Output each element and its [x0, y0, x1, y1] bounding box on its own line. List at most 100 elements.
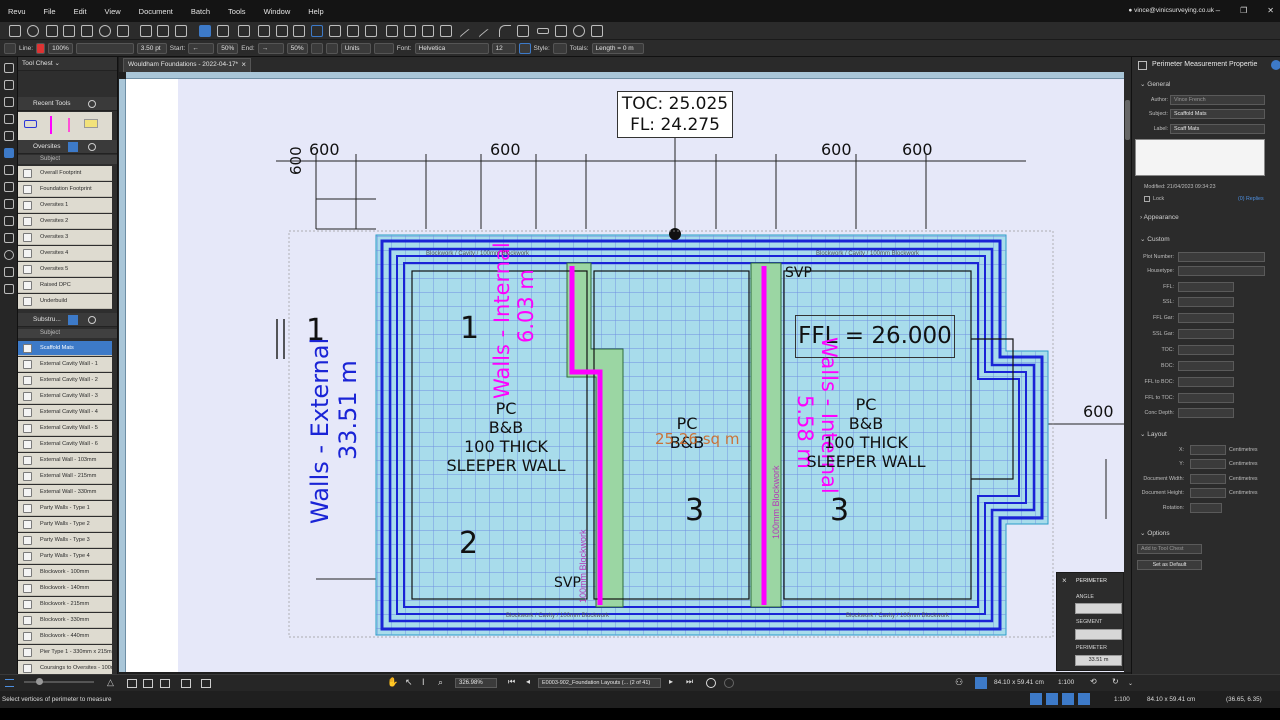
vertical-scrollbar[interactable]	[1124, 72, 1131, 672]
stamp-icon[interactable]	[157, 25, 169, 37]
spaces-icon[interactable]	[4, 233, 14, 243]
end-arrow-select[interactable]: →	[257, 42, 284, 54]
layout-field-input[interactable]	[1190, 459, 1226, 469]
tool-chest-item[interactable]: Party Walls - Type 1	[18, 501, 112, 516]
menu-revu[interactable]: Revu	[0, 7, 35, 16]
thickness-field[interactable]: 3.50 pt	[136, 42, 167, 54]
tool-chest-item[interactable]: Overall Footprint	[18, 166, 112, 181]
menu-batch[interactable]: Batch	[182, 7, 219, 16]
menu-tools[interactable]: Tools	[219, 7, 255, 16]
recent-tool-perimeter[interactable]	[24, 120, 37, 128]
view-back-icon[interactable]	[706, 678, 716, 688]
scrollbar-thumb[interactable]	[1125, 100, 1130, 140]
tool-chest-item[interactable]: Oversites 1	[18, 198, 112, 213]
mode-icon[interactable]	[68, 315, 78, 325]
hatch-icon[interactable]	[310, 42, 323, 54]
replies-link[interactable]: (0) Replies	[1238, 196, 1264, 202]
sync-icon[interactable]	[181, 679, 191, 688]
tool-chest-item[interactable]: Blockwork - 440mm	[18, 629, 112, 644]
page-select[interactable]: E0003-902_Foundation Layouts (... (2 of …	[538, 678, 661, 688]
length-icon[interactable]	[217, 25, 229, 37]
signatures-icon[interactable]	[4, 284, 14, 294]
style-select[interactable]	[552, 42, 567, 54]
restore-icon[interactable]: ❐	[1240, 6, 1247, 15]
layout-field-input[interactable]	[1190, 445, 1226, 455]
show-grid-icon[interactable]	[1078, 693, 1090, 705]
settings-icon[interactable]	[88, 143, 96, 151]
last-page-icon[interactable]: ⏭	[686, 677, 693, 687]
angle-icon[interactable]	[293, 25, 305, 37]
single-page-icon[interactable]	[127, 679, 137, 688]
menu-document[interactable]: Document	[130, 7, 182, 16]
custom-field-input[interactable]	[1178, 266, 1265, 276]
line-style-select[interactable]	[75, 42, 134, 54]
tool-chest-item[interactable]: Oversites 5	[18, 262, 112, 277]
tool-chest-item[interactable]: Oversites 2	[18, 214, 112, 229]
settings-icon[interactable]	[88, 316, 96, 324]
recent-tools-header[interactable]: Recent Tools	[18, 97, 117, 111]
perimeter-tool-icon[interactable]	[199, 25, 211, 37]
recent-tool-length[interactable]	[50, 116, 52, 134]
chevron-down-icon[interactable]: ⌄	[55, 60, 60, 67]
snapshot-icon[interactable]	[175, 25, 187, 37]
custom-field-input[interactable]	[1178, 329, 1234, 339]
custom-field-input[interactable]	[1178, 282, 1234, 292]
bookmarks-icon[interactable]	[4, 80, 14, 90]
end-pct-field[interactable]: 50%	[286, 42, 308, 54]
tool-chest-item[interactable]: Coursings to Oversites - 100mm...	[18, 661, 112, 674]
align-icon[interactable]	[373, 42, 394, 54]
font-size-select[interactable]: 12	[491, 42, 516, 54]
minimize-icon[interactable]: –	[1216, 6, 1220, 15]
snap-markup-icon[interactable]	[1046, 693, 1058, 705]
polyline-icon[interactable]	[517, 25, 529, 37]
area-icon[interactable]	[258, 25, 270, 37]
menu-help[interactable]: Help	[299, 7, 332, 16]
dimension-icon[interactable]	[537, 28, 549, 34]
recent-tool-area[interactable]	[84, 119, 98, 128]
tool-chest-icon[interactable]	[4, 148, 14, 158]
units-select[interactable]: Units	[340, 42, 371, 54]
snap-icon[interactable]	[201, 679, 211, 688]
custom-field-input[interactable]	[1178, 252, 1265, 262]
properties-icon[interactable]	[4, 114, 14, 124]
grid-icon[interactable]	[160, 679, 170, 688]
tool-chest-item[interactable]: External Cavity Wall - 6	[18, 437, 112, 452]
general-section[interactable]: ⌄ General	[1140, 80, 1170, 88]
start-pct-field[interactable]: 50%	[217, 42, 239, 54]
settings-icon[interactable]	[88, 100, 96, 108]
studio-icon[interactable]	[4, 267, 14, 277]
tool-chest-item[interactable]: Blockwork - 330mm	[18, 613, 112, 628]
custom-field-input[interactable]	[1178, 361, 1234, 371]
thumbnails-icon[interactable]	[4, 63, 14, 73]
tool-chest-item[interactable]: External Wall - 330mm	[18, 485, 112, 500]
label-field[interactable]: Scaff Mats	[1170, 124, 1265, 134]
layout-section[interactable]: ⌄ Layout	[1140, 430, 1167, 438]
tool-chest-item[interactable]: Party Walls - Type 3	[18, 533, 112, 548]
tool-chest-item[interactable]: External Cavity Wall - 4	[18, 405, 112, 420]
measure-icon[interactable]	[311, 25, 323, 37]
file-access-icon[interactable]	[4, 97, 14, 107]
subject-field[interactable]: Scaffold Mats	[1170, 109, 1265, 119]
custom-field-input[interactable]	[1178, 377, 1234, 387]
arc-icon[interactable]	[499, 25, 511, 37]
font-select[interactable]: Helvetica	[414, 42, 489, 54]
add-to-tool-chest-select[interactable]: Add to Tool Chest	[1137, 544, 1202, 554]
text-select-icon[interactable]: I	[422, 677, 425, 687]
tool-chest-item[interactable]: Foundation Footprint	[18, 182, 112, 197]
snap-to-content-icon[interactable]	[975, 677, 987, 689]
tool-chest-item[interactable]: Blockwork - 100mm	[18, 565, 112, 580]
ellipse-icon[interactable]	[573, 25, 585, 37]
appearance-section[interactable]: › Appearance	[1140, 214, 1179, 221]
view-forward-icon[interactable]	[724, 678, 734, 688]
refresh-icon[interactable]: ↻	[1112, 677, 1119, 686]
document-tab[interactable]: Wouldham Foundations - 2022-04-17* ×	[123, 58, 251, 72]
tool-chest-item[interactable]: External Cavity Wall - 2	[18, 373, 112, 388]
layout-field-input[interactable]	[1190, 503, 1222, 513]
tool-chest-item[interactable]: External Cavity Wall - 1	[18, 357, 112, 372]
menu-window[interactable]: Window	[255, 7, 300, 16]
tool-chest-item[interactable]: External Wall - 103mm	[18, 453, 112, 468]
menu-icon[interactable]	[5, 679, 14, 687]
tool-chest-item[interactable]: Party Walls - Type 2	[18, 517, 112, 532]
open-icon[interactable]	[27, 25, 39, 37]
menu-file[interactable]: File	[35, 7, 65, 16]
